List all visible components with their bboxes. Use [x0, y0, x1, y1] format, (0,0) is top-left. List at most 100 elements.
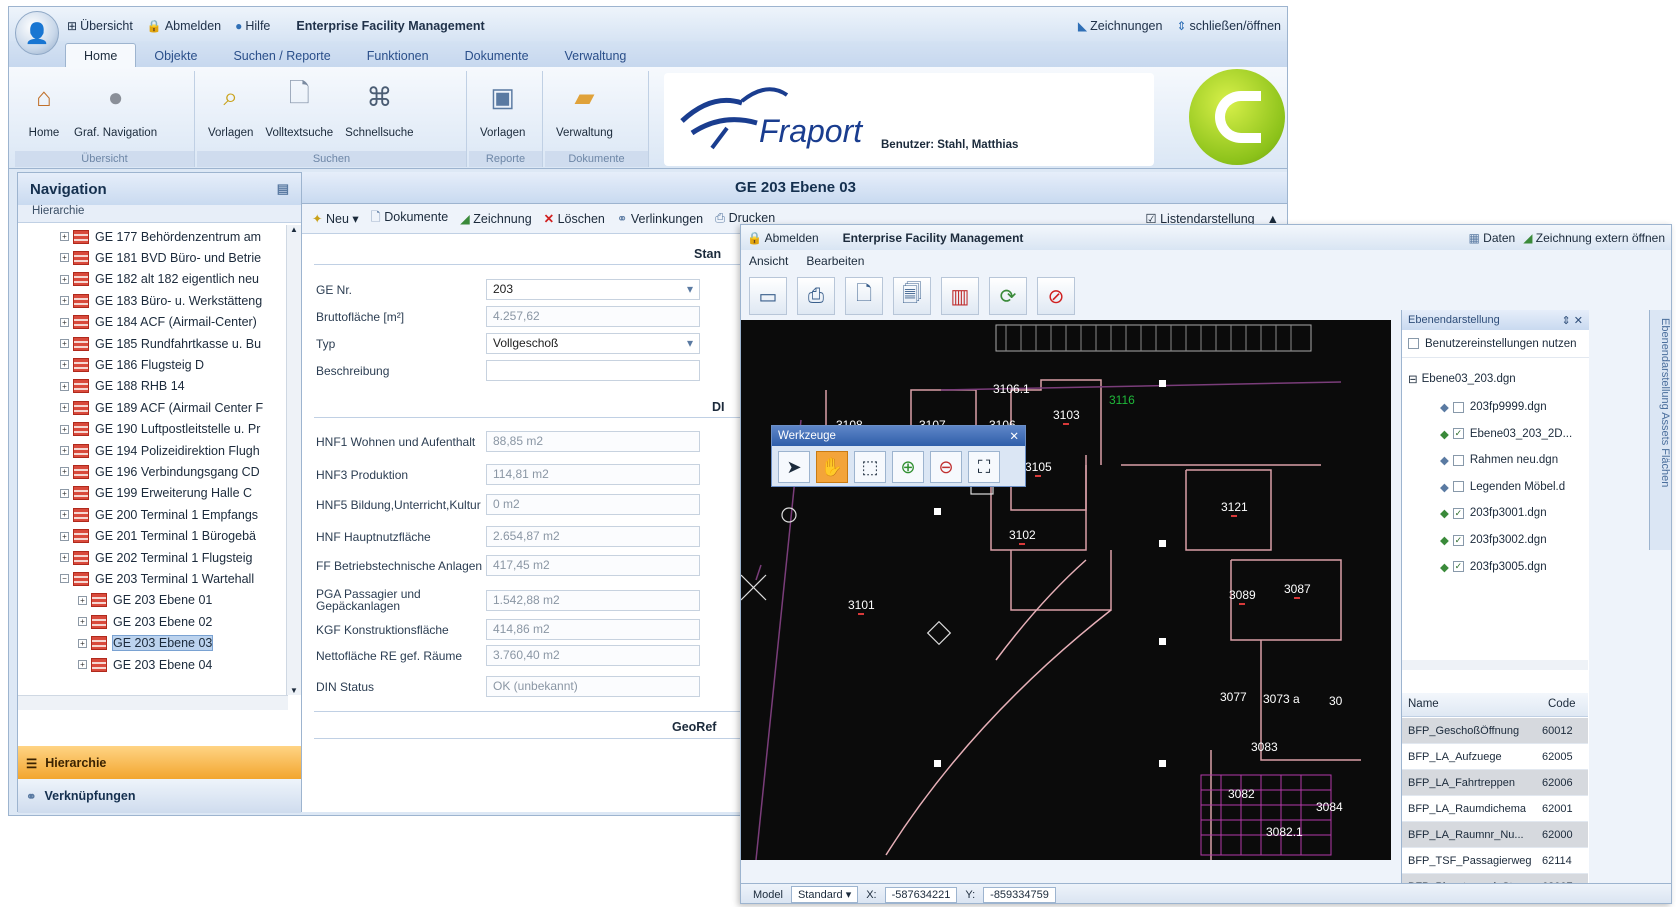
table-row[interactable]: BFP_LA_Raumnr_Nu... 62000: [1402, 822, 1588, 848]
expand-icon[interactable]: +: [60, 253, 69, 263]
abmelden-link[interactable]: 🔒 Abmelden: [147, 19, 221, 33]
tab-funktionen[interactable]: Funktionen: [349, 44, 447, 68]
expand-icon[interactable]: +: [60, 531, 69, 541]
neu-button[interactable]: ✦ Neu ▾: [312, 211, 359, 226]
expand-icon[interactable]: +: [60, 381, 69, 391]
cancel-button[interactable]: ⊘: [1037, 277, 1075, 315]
layer-file[interactable]: ◆ ✓ 203fp3001.dgn: [1402, 500, 1547, 526]
x-coordinate-field[interactable]: -587634221: [884, 886, 958, 903]
verwaltung-button[interactable]: ▰ Verwaltung: [551, 71, 618, 140]
room-label[interactable]: 3116: [1109, 393, 1135, 407]
loeschen-button[interactable]: ✕ Löschen: [544, 211, 605, 226]
tree-item-child[interactable]: + GE 203 Ebene 02: [78, 611, 212, 632]
expand-icon[interactable]: +: [60, 553, 69, 562]
checkbox-checked-icon[interactable]: ✓: [1452, 561, 1464, 573]
scroll-down-icon[interactable]: ▼: [287, 686, 301, 695]
room-label[interactable]: 3084: [1316, 800, 1343, 814]
expand-icon[interactable]: +: [78, 595, 87, 605]
expand-icon[interactable]: +: [60, 446, 69, 455]
room-label[interactable]: 3087: [1284, 582, 1311, 599]
layer-file[interactable]: ◆ Legenden Möbel.d: [1402, 474, 1565, 500]
room-label[interactable]: 3105: [1025, 460, 1052, 477]
room-label[interactable]: 3121: [1221, 500, 1248, 517]
print-button[interactable]: ⎙: [797, 277, 835, 315]
menu-ansicht[interactable]: Ansicht: [749, 254, 788, 268]
checkbox-unchecked-icon[interactable]: [1452, 401, 1464, 413]
expand-icon[interactable]: +: [60, 488, 69, 498]
expand-icon[interactable]: +: [78, 617, 87, 627]
graf-navigation-button[interactable]: ● Graf. Navigation: [69, 71, 162, 140]
side-tabs[interactable]: Ebenendarstellung Assets Flächen: [1649, 310, 1671, 550]
hilfe-link[interactable]: ● Hilfe: [235, 19, 270, 33]
app-menu-orb[interactable]: 👤: [15, 11, 59, 55]
tree-item[interactable]: + GE 183 Büro- u. Werkstätteng: [60, 290, 262, 311]
dokumente-button[interactable]: 🗋 Dokumente: [371, 208, 448, 229]
dropdown-icon[interactable]: ▾: [352, 212, 358, 226]
menu-bearbeiten[interactable]: Bearbeiten: [806, 254, 864, 268]
tree-item[interactable]: + GE 185 Rundfahrtkasse u. Bu: [60, 333, 261, 354]
room-label[interactable]: 3082: [1228, 787, 1255, 801]
tree-item[interactable]: + GE 196 Verbindungsgang CD: [60, 461, 260, 482]
room-label[interactable]: 3102: [1009, 528, 1036, 545]
select-tool-button[interactable]: ➤: [778, 451, 810, 483]
tree-item[interactable]: + GE 194 Polizeidirektion Flugh: [60, 440, 260, 461]
layer-file[interactable]: ◆ ✓ 203fp3005.dgn: [1402, 554, 1547, 580]
tree-item[interactable]: + GE 182 alt 182 eigentlich neu: [60, 269, 259, 290]
expand-icon[interactable]: +: [60, 360, 69, 370]
checkbox-unchecked-icon[interactable]: [1452, 454, 1464, 466]
expand-icon[interactable]: +: [60, 296, 69, 306]
expand-icon[interactable]: +: [78, 638, 87, 648]
tree-vertical-scrollbar[interactable]: ▲ ▼: [286, 225, 301, 695]
pan-tool-button[interactable]: ✋: [816, 451, 848, 483]
layer-file[interactable]: ◆ ✓ Ebene03_203_2D...: [1402, 421, 1572, 447]
table-row[interactable]: BFP_LA_Raumdichema 62001: [1402, 796, 1588, 822]
chevron-down-icon[interactable]: ▾: [687, 283, 693, 296]
checkbox-checked-icon[interactable]: ✓: [1452, 534, 1464, 546]
tree-item[interactable]: + GE 184 ACF (Airmail-Center): [60, 312, 257, 333]
room-label[interactable]: 3083: [1251, 740, 1278, 754]
tree-item[interactable]: + GE 186 Flugsteig D: [60, 354, 204, 375]
field-input[interactable]: [486, 360, 700, 381]
y-coordinate-field[interactable]: -859334759: [983, 886, 1056, 903]
tree-item[interactable]: − GE 203 Terminal 1 Wartehall: [60, 568, 254, 589]
tab-suchen-reporte[interactable]: Suchen / Reporte: [215, 44, 348, 68]
reporte-vorlagen-button[interactable]: ▣ Vorlagen: [475, 71, 530, 140]
tree-item[interactable]: + GE 199 Erweiterung Halle C: [60, 483, 252, 504]
tree-item[interactable]: + GE 188 RHB 14: [60, 376, 185, 397]
table-row[interactable]: BFP_GeschoßÖffnung 60012: [1402, 718, 1588, 744]
layer-root[interactable]: ⊟ Ebene03_203.dgn: [1402, 366, 1516, 392]
cad-canvas[interactable]: 3108 3107 3106 3103 3116 3104 3105 3121 …: [741, 320, 1391, 860]
model-select[interactable]: Standard ▾: [790, 886, 859, 903]
tree-item[interactable]: + GE 189 ACF (Airmail Center F: [60, 397, 263, 418]
tab-home[interactable]: Home: [65, 43, 137, 68]
expand-icon[interactable]: +: [60, 339, 69, 348]
layer-file[interactable]: ◆ Rahmen neu.dgn: [1402, 447, 1558, 473]
uebersicht-link[interactable]: ⊞ Übersicht: [67, 19, 133, 33]
daten-link[interactable]: ▦ Daten: [1468, 231, 1515, 245]
print-preview-button[interactable]: 🗋: [845, 277, 883, 315]
tab-objekte[interactable]: Objekte: [136, 44, 215, 68]
zoom-window-button[interactable]: ⬚: [854, 451, 886, 483]
room-label[interactable]: 30: [1329, 694, 1342, 708]
table-row[interactable]: BFP_LA_Aufzuege 62005: [1402, 744, 1588, 770]
expand-icon[interactable]: +: [60, 317, 69, 327]
home-button[interactable]: ⌂ Home: [21, 71, 67, 140]
checkbox-checked-icon[interactable]: ✓: [1452, 507, 1464, 519]
column-code[interactable]: Code: [1548, 698, 1576, 710]
tree-item-child[interactable]: + GE 203 Ebene 01: [78, 590, 212, 611]
schliessen-oeffnen-link[interactable]: ⇕ schließen/öffnen: [1176, 19, 1281, 33]
tree-item[interactable]: + GE 177 Behördenzentrum am: [60, 226, 261, 247]
tree-item-child[interactable]: + GE 203 Ebene 03: [78, 633, 214, 654]
zoom-out-button[interactable]: ⊖: [930, 451, 962, 483]
tree-item[interactable]: + GE 200 Terminal 1 Empfangs: [60, 504, 258, 525]
export-button[interactable]: 🗐: [893, 277, 931, 315]
tab-verwaltung[interactable]: Verwaltung: [547, 44, 645, 68]
table-row[interactable]: BFP_TSF_Passagierweg 62114: [1402, 848, 1588, 874]
use-settings-checkbox[interactable]: Benutzereinstellungen nutzen: [1402, 330, 1589, 358]
tree-horizontal-scrollbar[interactable]: [18, 695, 288, 710]
room-label[interactable]: 3077: [1220, 690, 1247, 704]
tree-item[interactable]: + GE 202 Terminal 1 Flugsteig: [60, 547, 253, 568]
expand-icon[interactable]: +: [60, 467, 69, 477]
volltextsuche-button[interactable]: 🗋 Volltextsuche: [260, 71, 338, 139]
zeichnungen-link[interactable]: ◣ Zeichnungen: [1078, 19, 1163, 33]
